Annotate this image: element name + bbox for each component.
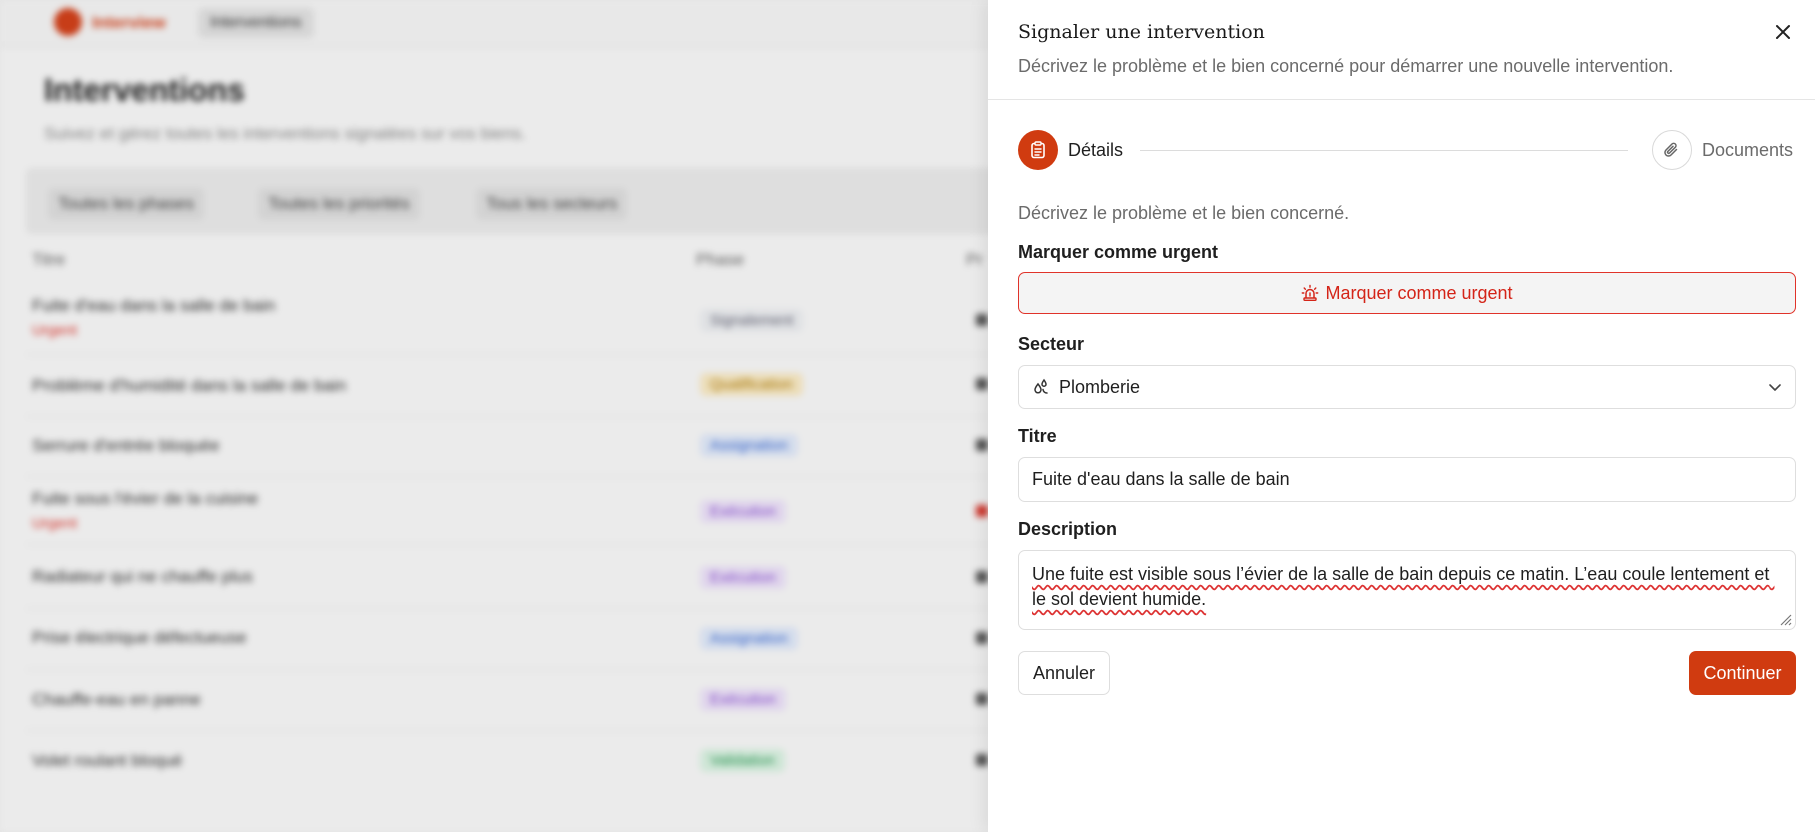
title-input[interactable]	[1018, 457, 1796, 502]
modal-backdrop[interactable]	[0, 0, 988, 832]
chevron-down-icon	[1769, 384, 1781, 391]
siren-icon	[1302, 284, 1319, 301]
continue-button[interactable]: Continuer	[1689, 651, 1796, 695]
close-icon	[1776, 25, 1790, 39]
plumbing-drops-icon	[1034, 378, 1048, 394]
sheet-subtitle: Décrivez le problème et le bien concerné…	[1018, 56, 1674, 76]
cancel-button[interactable]: Annuler	[1018, 651, 1110, 695]
paperclip-icon	[1664, 142, 1678, 157]
clipboard-icon	[1031, 141, 1045, 159]
report-intervention-sheet: Signaler une intervention Décrivez le pr…	[988, 0, 1815, 832]
sector-select-value: Plomberie	[1059, 376, 1141, 397]
header-divider	[988, 99, 1815, 100]
close-button[interactable]	[1769, 18, 1797, 46]
urgent-label: Marquer comme urgent	[1018, 242, 1219, 262]
description-label: Description	[1018, 519, 1118, 539]
sheet-title: Signaler une intervention	[1018, 21, 1265, 43]
step-details-label: Détails	[1068, 140, 1124, 160]
sector-select[interactable]: Plomberie	[1018, 365, 1796, 409]
step-documents-indicator[interactable]	[1652, 130, 1692, 170]
mark-urgent-button-label: Marquer comme urgent	[1325, 282, 1513, 303]
step-details-indicator[interactable]	[1018, 130, 1058, 170]
step-documents-label: Documents	[1702, 140, 1794, 160]
description-textarea[interactable]: Une fuite est visible sous l’évier de la…	[1018, 550, 1796, 630]
mark-urgent-button[interactable]: Marquer comme urgent	[1018, 272, 1796, 314]
title-label: Titre	[1018, 426, 1057, 446]
form-intro: Décrivez le problème et le bien concerné…	[1018, 203, 1350, 223]
stepper-connector	[1140, 150, 1628, 151]
sector-label: Secteur	[1018, 334, 1085, 354]
resize-grip-icon[interactable]	[1778, 612, 1792, 626]
